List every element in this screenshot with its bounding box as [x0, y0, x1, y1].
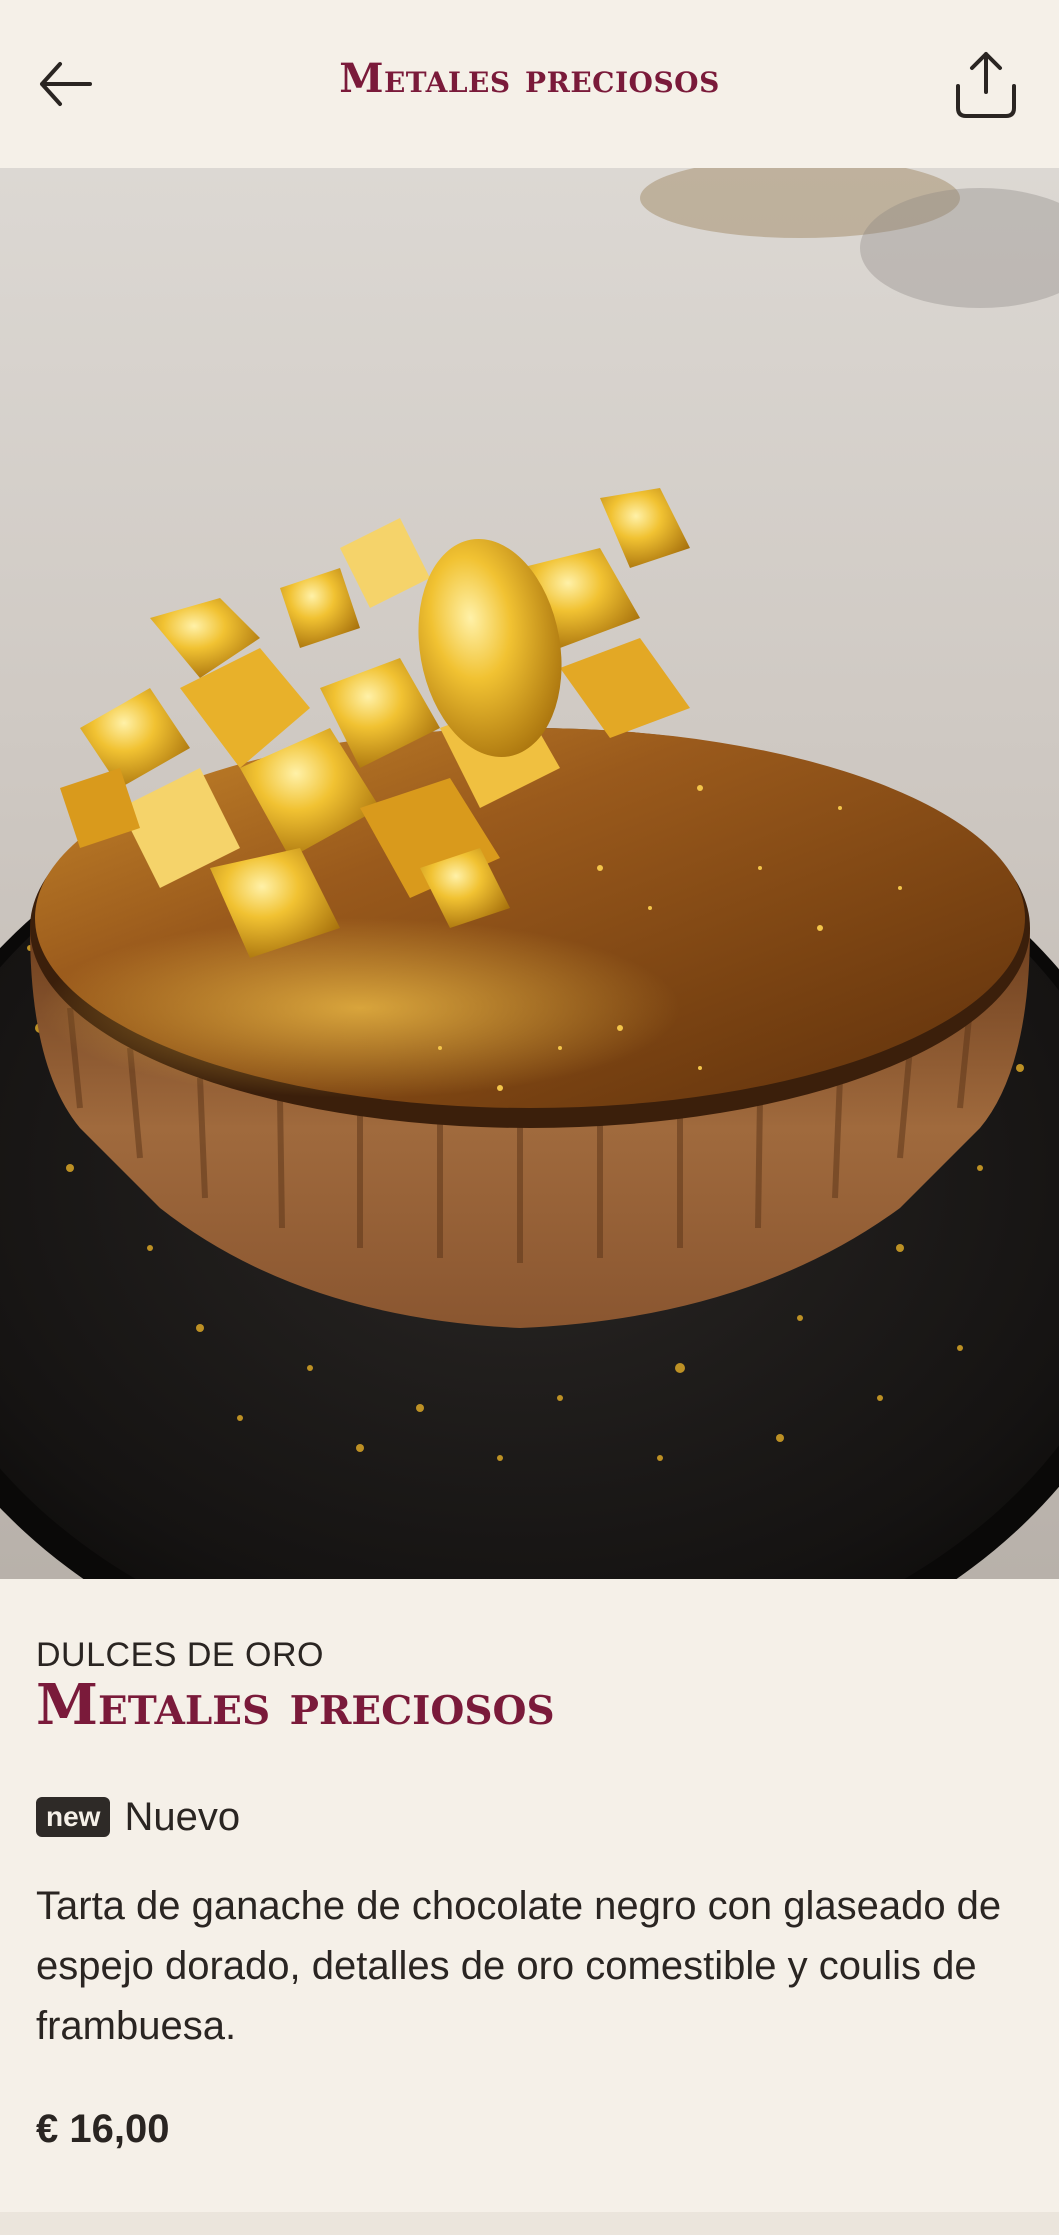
product-title: Metales preciosos — [36, 1672, 555, 1738]
product-category: DULCES DE ORO — [36, 1636, 324, 1674]
share-upload-icon — [956, 52, 1016, 118]
badge-label: Nuevo — [124, 1794, 241, 1839]
header-title: Metales preciosos — [339, 55, 720, 102]
product-price: € 16,00 — [36, 2107, 170, 2151]
new-badge: new — [36, 1797, 111, 1837]
gold-chocolate-tart-photo — [0, 168, 1059, 1579]
status-row: new Nuevo — [36, 1795, 240, 1839]
bottom-bar — [0, 2212, 1059, 2235]
app-header: Metales preciosos — [0, 0, 1059, 168]
share-button[interactable] — [950, 46, 1022, 126]
product-description: Tarta de ganache de chocolate negro con … — [36, 1884, 1002, 2048]
product-image — [0, 168, 1059, 1579]
